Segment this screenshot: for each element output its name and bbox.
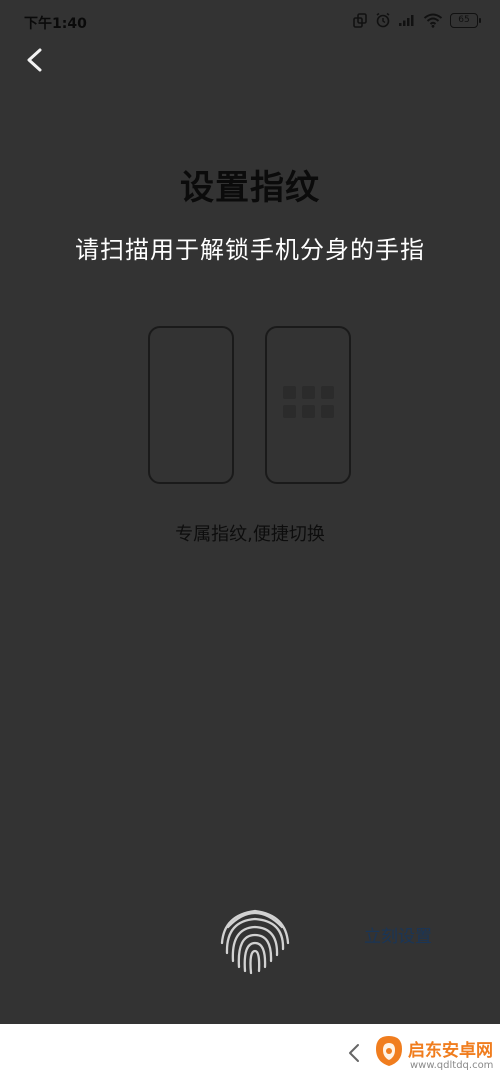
watermark-logo [376, 1036, 402, 1066]
phone-illustration-left [148, 326, 234, 484]
signal-icon [399, 15, 414, 26]
chevron-left-icon [27, 48, 42, 72]
feature-caption: 专属指纹,便捷切换 [175, 524, 325, 545]
page-title: 设置指纹 [180, 168, 320, 208]
navigation-bar: 启东安卓网 www.qdltdq.com [0, 1024, 500, 1084]
watermark: 启东安卓网 www.qdltdq.com [372, 1030, 500, 1078]
status-bar: 下午1:40 65 [0, 0, 500, 44]
phone-illustration-right [265, 326, 351, 484]
watermark-url: www.qdltdq.com [410, 1060, 494, 1071]
watermark-name: 启东安卓网 [408, 1041, 493, 1061]
app-grid-icon [283, 386, 334, 418]
fingerprint-icon[interactable] [218, 903, 292, 975]
battery-level: 65 [458, 14, 470, 25]
setup-now-button[interactable]: 立刻设置 [364, 922, 432, 947]
alarm-icon [376, 12, 390, 28]
battery-icon: 65 [450, 12, 481, 28]
back-button[interactable] [18, 42, 52, 78]
nav-back-icon[interactable] [345, 1042, 363, 1064]
status-icons: 65 [353, 12, 481, 28]
wifi-icon [423, 13, 443, 28]
status-time: 下午1:40 [24, 16, 87, 32]
page-subtitle: 请扫描用于解锁手机分身的手指 [75, 236, 425, 264]
dual-app-icon [353, 12, 367, 28]
